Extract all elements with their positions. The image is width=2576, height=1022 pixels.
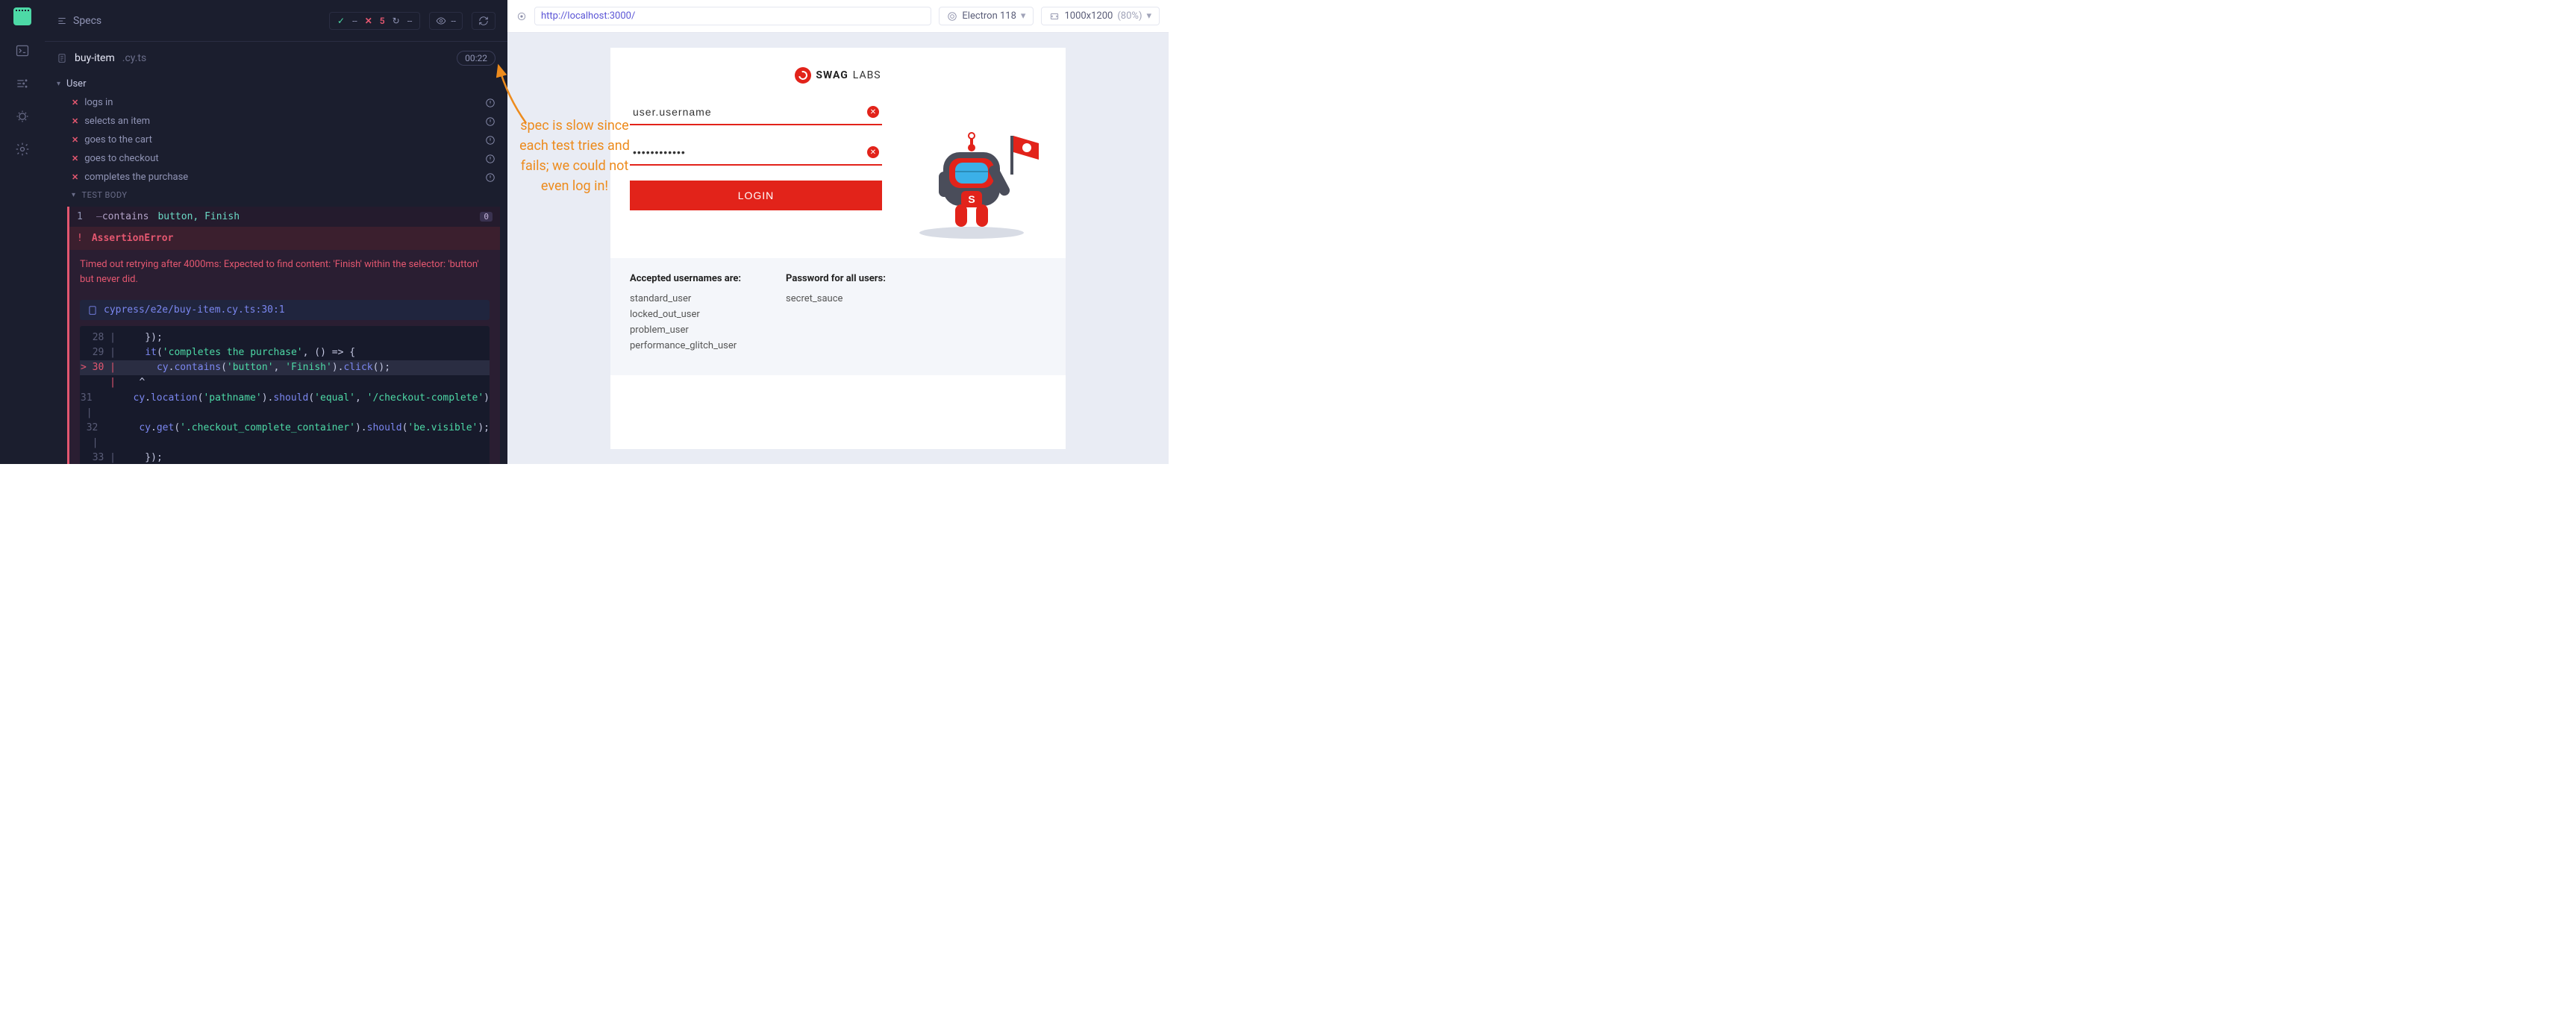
passed-count: -- [352,16,357,26]
error-name: AssertionError [92,233,174,244]
file-icon [57,53,67,63]
test-title: logs in [84,97,113,108]
test-title: selects an item [84,116,150,127]
warning-icon [485,153,495,164]
command-log: ▾ User ✕ logs in ✕ selects an item ✕ goes to … [45,75,507,464]
breadcrumb-icon [57,16,67,26]
password-heading: Password for all users: [786,273,886,284]
error-icon [867,106,879,118]
browser-icon [947,11,957,22]
viewport-scale: (80%) [1117,10,1142,22]
url-bar[interactable]: http://localhost:3000/ [534,7,931,25]
username-value: standard_user [630,293,741,304]
spec-name: buy-item [75,52,115,64]
browser-selector[interactable]: Electron 118 ▾ [939,7,1034,25]
x-icon: ✕ [365,16,372,26]
swag-mark-icon [795,67,811,84]
password-input[interactable] [630,140,882,166]
suite-row[interactable]: ▾ User [45,75,507,93]
command-name: contains [102,211,149,222]
spec-ext: .cy.ts [122,52,146,64]
eye-icon [436,16,446,26]
settings-nav-icon[interactable] [15,142,30,157]
aut-frame: SWAGLABS LOGIN [610,48,1066,449]
fail-icon: ✕ [72,116,78,126]
username-value: locked_out_user [630,309,741,320]
test-body-label: ▾ TEST BODY [45,186,507,204]
password-field [630,140,882,166]
test-row[interactable]: ✕ completes the purchase [45,168,507,186]
fail-icon: ✕ [72,154,78,163]
warning-icon [485,134,495,145]
command-count-badge: 0 [480,212,493,222]
check-icon: ✓ [337,16,345,26]
specs-nav-icon[interactable] [15,43,30,58]
reporter-panel: Specs ✓ -- ✕ 5 ↻ -- -- buy-item .cy.ts 00:22… [45,0,507,464]
login-button[interactable]: LOGIN [630,181,882,210]
failed-count: 5 [380,16,385,26]
file-link-icon [87,305,98,316]
fail-icon: ✕ [72,98,78,107]
error-file-link[interactable]: cypress/e2e/buy-item.cy.ts:30:1 [80,300,490,320]
username-field [630,100,882,125]
viewport-selector[interactable]: 1000x1200 (80%) ▾ [1041,7,1160,25]
password-value: secret_sauce [786,293,886,304]
reporter-header: Specs ✓ -- ✕ 5 ↻ -- -- [45,0,507,42]
chevron-down-icon: ▾ [1021,10,1026,22]
users-heading: Accepted usernames are: [630,273,741,284]
error-block: 1 –contains button, Finish 0 ! Assertion… [67,207,500,464]
username-value: performance_glitch_user [630,340,741,351]
login-info: Accepted usernames are: standard_userloc… [610,258,1066,375]
svg-text:S: S [968,193,975,205]
chevron-down-icon: ▾ [72,191,76,199]
test-title: goes to the cart [84,134,152,145]
spec-duration: 00:22 [457,51,495,66]
assertion-row: ! AssertionError [69,227,500,250]
test-row[interactable]: ✕ goes to the cart [45,131,507,149]
browser-label: Electron 118 [962,10,1016,22]
cypress-logo-icon[interactable] [13,7,31,25]
target-icon[interactable] [516,11,527,22]
debug-nav-icon[interactable] [15,109,30,124]
username-input[interactable] [630,100,882,125]
rerun-button[interactable] [472,12,495,30]
spec-file-bar[interactable]: buy-item .cy.ts 00:22 [45,42,507,75]
test-row[interactable]: ✕ selects an item [45,112,507,131]
test-title: goes to checkout [84,153,158,164]
fail-icon: ✕ [72,172,78,182]
command-args: button, Finish [157,211,240,222]
pending-icon: ↻ [393,16,400,26]
suite-name: User [66,78,86,90]
test-stats: ✓ -- ✕ 5 ↻ -- [329,12,420,30]
chevron-down-icon: ▾ [57,80,60,88]
warning-icon [485,172,495,183]
warning-icon [485,116,495,127]
breadcrumb[interactable]: Specs [57,15,101,27]
test-row[interactable]: ✕ goes to checkout [45,149,507,168]
username-value: problem_user [630,325,741,336]
refresh-icon [478,16,489,26]
breadcrumb-label: Specs [73,15,101,27]
viewport-size: 1000x1200 [1064,10,1113,22]
nav-rail [0,0,45,464]
runs-nav-icon[interactable] [15,76,30,91]
preview-toggle-button[interactable]: -- [429,12,463,30]
warning-icon [485,97,495,108]
test-title: completes the purchase [84,172,188,183]
scale-icon [1049,11,1060,22]
chevron-down-icon: ▾ [1146,10,1151,22]
pending-count: -- [407,16,413,26]
error-message: Timed out retrying after 4000ms: Expecte… [69,250,500,294]
swag-labs-logo: SWAGLABS [795,67,881,84]
code-frame: 28 | }); 29 | it('completes the purchase… [80,326,490,464]
bang-icon: ! [77,233,83,244]
aut-preview-panel: http://localhost:3000/ Electron 118 ▾ 10… [507,0,1169,464]
test-row[interactable]: ✕ logs in [45,93,507,112]
preview-toolbar: http://localhost:3000/ Electron 118 ▾ 10… [507,0,1169,33]
command-index: 1 [77,211,87,222]
fail-icon: ✕ [72,135,78,145]
robot-mascot-icon: S [897,100,1046,242]
error-icon [867,146,879,158]
command-row[interactable]: 1 –contains button, Finish 0 [69,207,500,227]
